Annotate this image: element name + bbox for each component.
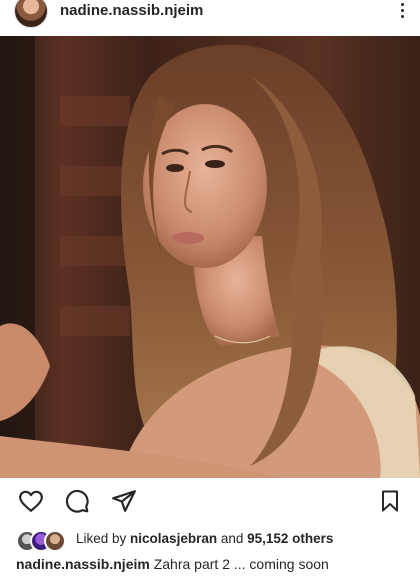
- caption-text: Zahra part 2 ... coming soon: [149, 556, 329, 572]
- liker-avatars[interactable]: [16, 530, 68, 552]
- likes-summary[interactable]: Liked by nicolasjebran and 95,152 others: [76, 531, 333, 546]
- heart-icon[interactable]: [18, 488, 44, 514]
- liked-by-user[interactable]: nicolasjebran: [130, 531, 217, 546]
- post-username[interactable]: nadine.nassib.njeim: [60, 2, 203, 19]
- more-options-icon[interactable]: [392, 0, 412, 22]
- post-photo-image: [0, 36, 420, 478]
- likes-row: Liked by nicolasjebran and 95,152 others: [16, 530, 416, 552]
- post-header: nadine.nassib.njeim: [0, 0, 420, 36]
- comment-icon[interactable]: [64, 488, 90, 514]
- post-caption: nadine.nassib.njeim Zahra part 2 ... com…: [16, 556, 329, 572]
- profile-avatar[interactable]: [14, 0, 48, 28]
- post-actions: [0, 478, 420, 526]
- liked-by-mid: and: [217, 531, 248, 546]
- liker-avatar: [44, 530, 66, 552]
- post-photo[interactable]: [0, 36, 420, 478]
- liked-by-count[interactable]: 95,152 others: [247, 531, 333, 546]
- caption-username[interactable]: nadine.nassib.njeim: [16, 556, 150, 572]
- liked-by-prefix: Liked by: [76, 531, 131, 546]
- bookmark-icon[interactable]: [378, 488, 402, 514]
- send-icon[interactable]: [111, 488, 137, 514]
